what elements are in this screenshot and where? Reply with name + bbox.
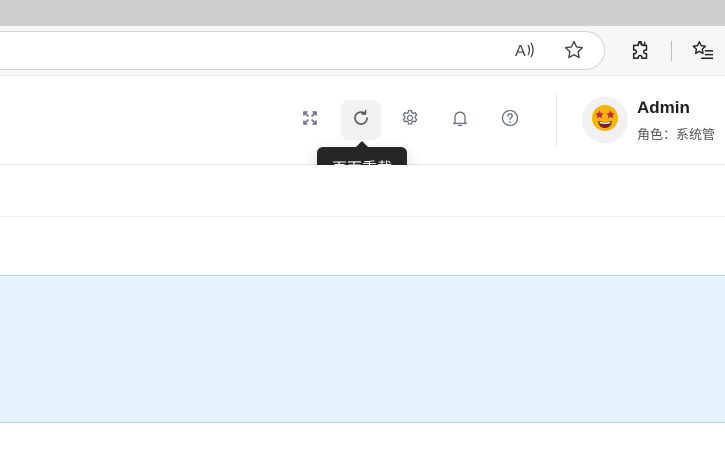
favorites-list-icon[interactable] (688, 26, 718, 74)
user-role: 角色：系统管 (637, 128, 716, 143)
reload-icon (351, 108, 371, 132)
content-bottom (0, 423, 725, 463)
highlighted-content-panel (0, 275, 725, 423)
settings-gear-icon (400, 108, 420, 132)
notification-bell-icon (450, 108, 470, 132)
content-row (0, 217, 725, 275)
tab-bar (0, 165, 725, 217)
user-name[interactable]: Admin (637, 98, 690, 118)
help-icon (500, 108, 520, 132)
browser-title-bar (0, 0, 725, 26)
notifications-button[interactable] (440, 100, 480, 140)
reload-button[interactable] (341, 100, 381, 140)
toolbar-divider (671, 41, 672, 61)
fullscreen-icon (302, 110, 318, 130)
help-button[interactable] (490, 100, 530, 140)
read-aloud-icon[interactable]: A (509, 26, 539, 74)
browser-toolbar: A (0, 26, 725, 76)
favorite-star-icon[interactable] (559, 26, 589, 74)
svg-text:A: A (515, 43, 526, 60)
star-struck-emoji-icon (590, 103, 620, 137)
fullscreen-button[interactable] (290, 100, 330, 140)
avatar[interactable] (582, 97, 628, 143)
extensions-icon[interactable] (626, 26, 656, 74)
header-divider (556, 94, 557, 147)
settings-button[interactable] (390, 100, 430, 140)
